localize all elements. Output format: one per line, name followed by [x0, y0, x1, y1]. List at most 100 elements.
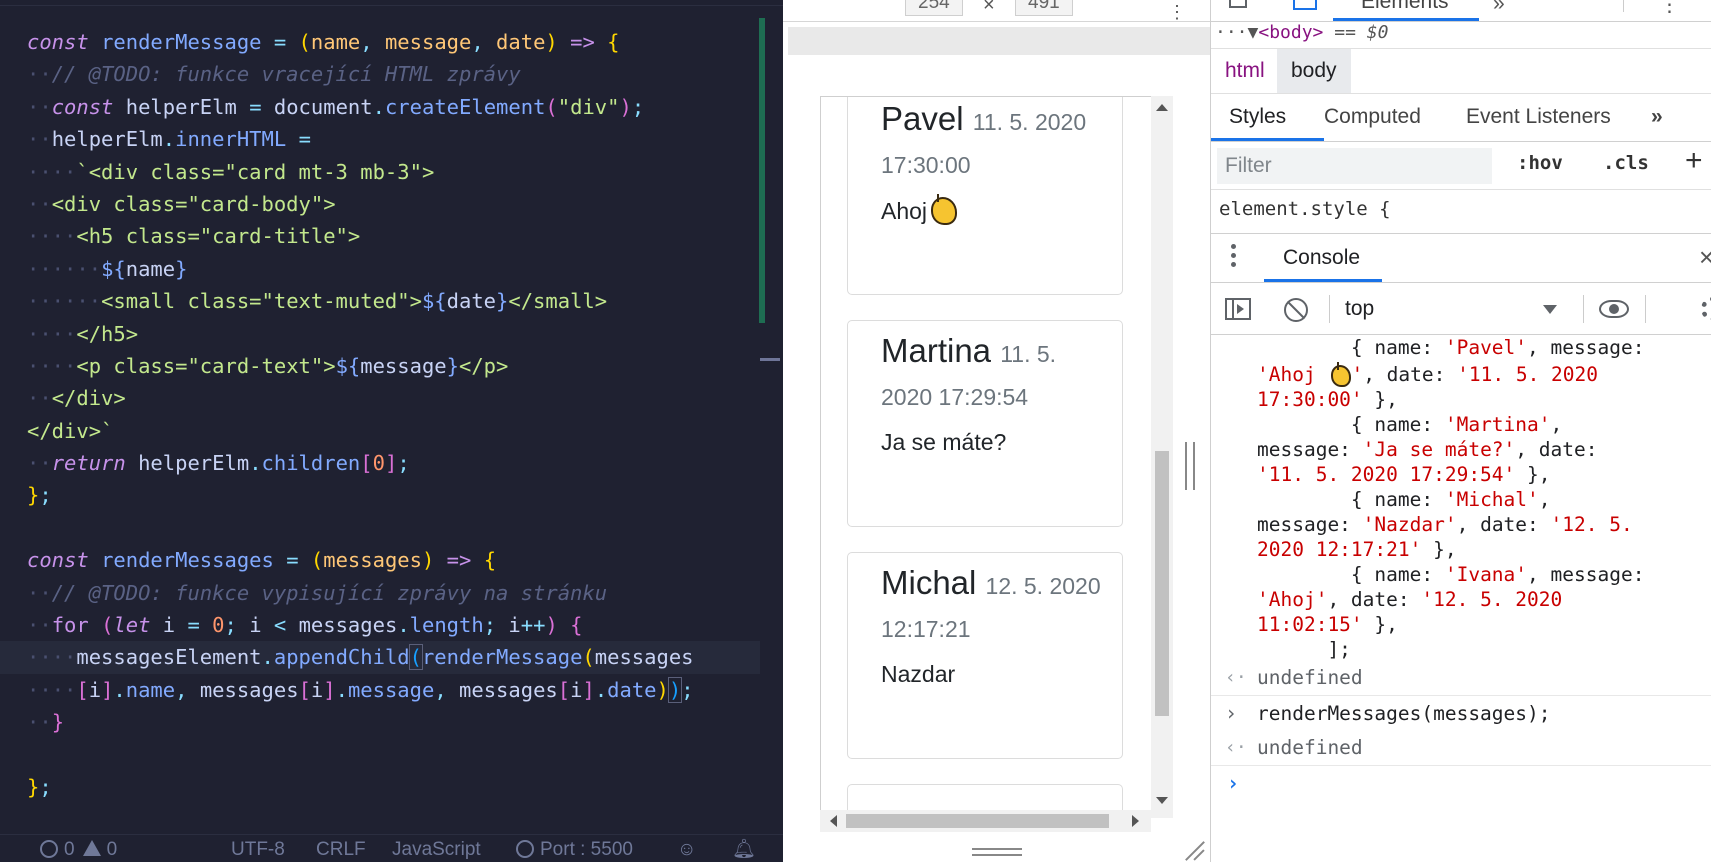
element-style-rule[interactable]: element.style { [1219, 198, 1391, 220]
code-line-active[interactable]: ····messagesElement.appendChild(renderMe… [0, 641, 760, 674]
code-line[interactable]: ··for (let i = 0; i < messages.length; i… [0, 609, 760, 641]
code-line[interactable]: }; [0, 479, 760, 511]
resize-handle-corner[interactable] [1180, 838, 1204, 862]
code-line[interactable]: }; [0, 771, 760, 803]
card-text: Ahoj [881, 194, 958, 225]
encoding-indicator[interactable]: UTF-8 [231, 839, 285, 861]
hover-state-toggle[interactable]: :hov [1517, 152, 1563, 174]
context-selector[interactable]: top [1345, 293, 1575, 325]
new-style-rule-icon[interactable]: + [1685, 144, 1703, 178]
styles-pane-tabs: Styles Computed Event Listeners » [1211, 94, 1711, 142]
dom-tree-selected-node[interactable]: ···▼<body> == $0 [1211, 22, 1711, 49]
scroll-right-arrow-icon[interactable] [1132, 815, 1139, 827]
code-line[interactable]: ····`<div class="card mt-3 mb-3"> [0, 156, 760, 188]
problems-indicator[interactable]: 00 [40, 839, 117, 861]
preview-horizontal-scrollbar[interactable] [820, 810, 1151, 832]
more-tabs-icon[interactable]: » [1493, 0, 1505, 16]
console-log-line: message: 'Nazdar', date: '12. 5. [1257, 513, 1633, 536]
code-line[interactable]: </div>` [0, 415, 760, 447]
gear-icon[interactable] [1701, 297, 1711, 321]
code-line[interactable]: ······<small class="text-muted">${date}<… [0, 285, 760, 317]
dom-ref-label: == $0 [1334, 22, 1389, 43]
tab-console[interactable]: Console [1283, 234, 1360, 282]
tab-elements[interactable]: Elements [1361, 0, 1449, 14]
active-tab-indicator [1264, 279, 1382, 282]
devtools-panel: Elements » ⋮ ···▼<body> == $0 html body … [1210, 0, 1711, 862]
divider [1645, 295, 1646, 323]
code-line[interactable] [0, 512, 760, 544]
tab-styles[interactable]: Styles [1229, 94, 1286, 140]
active-tab-indicator [1211, 138, 1324, 141]
console-result-row: ‹· undefined [1211, 661, 1711, 694]
code-line[interactable]: ····<h5 class="card-title"> [0, 220, 760, 252]
live-server-port[interactable]: Port : 5500 [516, 839, 633, 861]
code-line[interactable]: ··<div class="card-body"> [0, 188, 760, 220]
code-line[interactable] [0, 739, 760, 771]
console-prompt[interactable]: › [1211, 767, 1711, 800]
code-line[interactable]: const renderMessage = (name, message, da… [0, 26, 760, 58]
status-bar: 00 UTF-8 CRLF JavaScript Port : 5500 ☺ 🔔… [0, 834, 783, 862]
show-sidebar-icon[interactable] [1225, 298, 1251, 320]
breadcrumb-html[interactable]: html [1211, 49, 1279, 93]
more-tabs-icon[interactable]: » [1651, 94, 1663, 140]
waving-hand-emoji [1331, 362, 1352, 387]
code-line[interactable]: ··} [0, 706, 760, 738]
dom-ellipsis-icon[interactable]: ··· [1215, 22, 1248, 43]
chevron-down-icon[interactable] [1543, 305, 1557, 314]
code-line[interactable]: ··</div> [0, 382, 760, 414]
code-editor[interactable]: const renderMessage = (name, message, da… [0, 0, 783, 862]
devtools-main-tabs: Elements » ⋮ [1211, 0, 1711, 22]
preview-vertical-scrollbar[interactable] [1151, 96, 1173, 818]
expand-triangle-icon[interactable]: ▼ [1248, 22, 1259, 43]
code-line[interactable]: ··// @TODO: funkce vypisující zprávy na … [0, 577, 760, 609]
console-log-line: '11. 5. 2020 17:29:54' }, [1257, 463, 1551, 486]
code-line[interactable]: ····</h5> [0, 318, 760, 350]
tab-computed[interactable]: Computed [1324, 94, 1421, 140]
code-line[interactable]: ··const helperElm = document.createEleme… [0, 91, 760, 123]
console-log-line: message: 'Ja se máte?', date: [1257, 438, 1598, 461]
active-tab-indicator [1333, 18, 1479, 21]
more-options-icon[interactable]: ⋮ [1168, 2, 1186, 23]
scroll-left-arrow-icon[interactable] [830, 815, 837, 827]
drawer-menu-icon[interactable] [1231, 244, 1237, 272]
console-log-line: 17:30:00' }, [1257, 388, 1398, 411]
class-toggle[interactable]: .cls [1603, 152, 1649, 174]
console-command: renderMessages(messages); [1257, 702, 1551, 725]
styles-filter-input[interactable] [1217, 148, 1492, 184]
code-line[interactable]: ······${name} [0, 253, 760, 285]
page-viewport[interactable]: Pavel 11. 5. 2020 17:30:00 Ahoj Martina … [820, 96, 1155, 818]
resize-handle-right[interactable] [1185, 442, 1195, 490]
code-line[interactable]: ··// @TODO: funkce vracející HTML zprávy [0, 58, 760, 90]
console-log-line: { name: 'Martina', [1257, 413, 1563, 436]
scrollbar-thumb[interactable] [1155, 451, 1169, 716]
close-drawer-icon[interactable]: × [1699, 242, 1711, 273]
breadcrumb-body[interactable]: body [1277, 49, 1351, 93]
resize-handle-bottom[interactable] [972, 848, 1022, 856]
code-line[interactable]: ··return helperElm.children[0]; [0, 447, 760, 479]
console-log-line: ]; [1257, 638, 1351, 661]
scrollbar-thumb[interactable] [846, 814, 1109, 828]
code-line[interactable]: ··helperElm.innerHTML = [0, 123, 760, 155]
code-line[interactable]: ····[i].name, messages[i].message, messa… [0, 674, 760, 706]
notifications-bell-icon[interactable]: 🔔︎ [732, 839, 756, 861]
console-log-line: 'Ahoj ', date: '11. 5. 2020 [1257, 362, 1599, 387]
message-text: Ja se máte? [881, 429, 1007, 455]
devtools-menu-icon[interactable]: ⋮ [1659, 0, 1680, 17]
height-input[interactable]: 491 [1015, 0, 1073, 16]
line-ending-indicator[interactable]: CRLF [316, 839, 366, 861]
tab-event-listeners[interactable]: Event Listeners [1466, 94, 1611, 140]
live-expression-eye-icon[interactable] [1599, 300, 1629, 318]
clear-console-icon[interactable] [1284, 298, 1308, 322]
code-area[interactable]: const renderMessage = (name, message, da… [0, 26, 760, 803]
language-indicator[interactable]: JavaScript [392, 839, 481, 861]
code-line[interactable]: const renderMessages = (messages) => { [0, 544, 760, 576]
console-log-line: 2020 12:17:21' }, [1257, 538, 1457, 561]
scroll-up-arrow-icon[interactable] [1156, 104, 1168, 111]
error-icon [40, 840, 58, 858]
inspect-element-icon[interactable] [1229, 0, 1247, 8]
code-line[interactable]: ····<p class="card-text">${message}</p> [0, 350, 760, 382]
device-toolbar-icon[interactable] [1293, 0, 1317, 10]
scroll-down-arrow-icon[interactable] [1156, 797, 1168, 804]
feedback-icon[interactable]: ☺ [677, 839, 696, 861]
width-input[interactable]: 254 [905, 0, 963, 16]
